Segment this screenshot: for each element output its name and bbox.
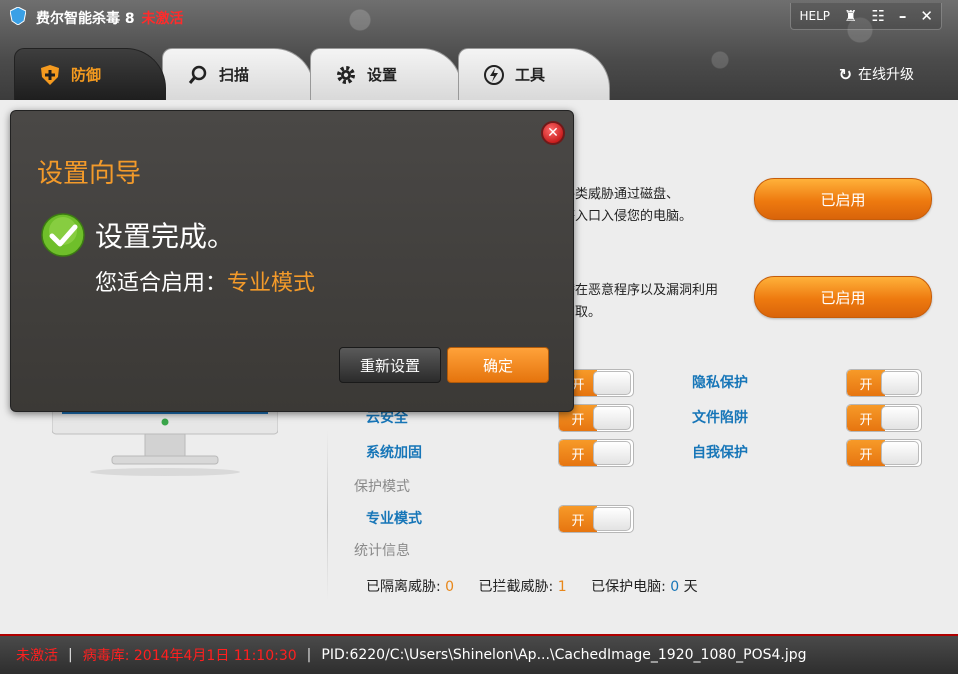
- quarantined-count: 0: [445, 579, 455, 595]
- status-bar: 未激活 | 病毒库: 2014年4月1日 11:10:30 | PID:6220…: [0, 634, 958, 674]
- tab-tools-label: 工具: [515, 66, 546, 84]
- dialog-recommendation: 您适合启用：专业模式: [95, 265, 315, 297]
- tab-settings[interactable]: 设置: [310, 48, 462, 100]
- protected-label: 已保护电脑:: [591, 579, 666, 595]
- tab-defense-label: 防御: [71, 66, 102, 84]
- feature-1-enabled-button[interactable]: 已启用: [754, 178, 932, 220]
- app-window: 费尔智能杀毒 8 未激活 HELP ♜ ☷ – ✕ 防御 扫描 设置 工具 ↻ …: [0, 0, 958, 674]
- privacy-protection-toggle[interactable]: 开: [846, 369, 922, 397]
- reset-settings-button[interactable]: 重新设置: [339, 347, 441, 383]
- online-upgrade-label: 在线升级: [858, 67, 914, 83]
- system-harden-toggle[interactable]: 开: [558, 439, 634, 467]
- dialog-close-icon[interactable]: ✕: [541, 121, 565, 145]
- quarantined-label: 已隔离威胁:: [366, 579, 441, 595]
- online-upgrade-link[interactable]: ↻ 在线升级: [839, 64, 914, 84]
- toggle-knob: [593, 371, 631, 395]
- status-virus-db: 病毒库: 2014年4月1日 11:10:30: [82, 648, 297, 664]
- feature-2-enabled-button[interactable]: 已启用: [754, 276, 932, 318]
- toggle-knob: [593, 507, 631, 531]
- setup-wizard-dialog: ✕ 设置向导 设置完成。 您适合启用：专业模式 重新设置 确定: [10, 110, 574, 412]
- tab-settings-label: 设置: [367, 66, 398, 84]
- toggle-knob: [881, 406, 919, 430]
- pro-mode-label: 专业模式: [366, 511, 422, 527]
- pro-mode-toggle[interactable]: 开: [558, 505, 634, 533]
- file-trap-toggle[interactable]: 开: [846, 404, 922, 432]
- toggle-knob: [593, 406, 631, 430]
- dialog-title: 设置向导: [37, 159, 142, 189]
- close-icon[interactable]: ✕: [920, 7, 933, 25]
- toggle-knob: [593, 441, 631, 465]
- main-tabs: 防御 扫描 设置 工具: [14, 48, 610, 100]
- protected-days: 0: [670, 579, 680, 595]
- recommendation-prefix: 您适合启用：: [95, 271, 228, 296]
- toggle-knob: [881, 371, 919, 395]
- file-trap-label: 文件陷阱: [692, 410, 748, 426]
- feature-1-desc-line1: 类威胁通过磁盘、: [575, 187, 680, 202]
- success-check-icon: [41, 213, 85, 257]
- app-title-text: 费尔智能杀毒 8: [36, 11, 135, 27]
- panel-divider: [327, 430, 328, 600]
- app-logo-icon: [10, 7, 26, 25]
- search-icon: [187, 64, 209, 86]
- blocked-count: 1: [557, 579, 567, 595]
- status-separator: |: [306, 647, 312, 663]
- status-pid-path: PID:6220/C:\Users\Shinelon\Ap...\CachedI…: [321, 647, 807, 663]
- activation-status: 未激活: [141, 11, 184, 27]
- protection-mode-section: 保护模式: [354, 479, 410, 495]
- tab-defense[interactable]: 防御: [14, 48, 166, 100]
- days-unit: 天: [683, 579, 698, 595]
- self-protection-toggle[interactable]: 开: [846, 439, 922, 467]
- lightning-icon: [483, 64, 505, 86]
- minimize-icon[interactable]: –: [899, 7, 907, 25]
- self-protection-label: 自我保护: [692, 445, 748, 461]
- gear-icon: [335, 64, 357, 86]
- toggle-on-label: 开: [847, 370, 885, 396]
- skin-icon[interactable]: ♜: [844, 7, 857, 25]
- feature-2-desc-line2: 取。: [575, 305, 602, 320]
- toggle-on-label: 开: [847, 440, 885, 466]
- statistics-section: 统计信息: [354, 543, 410, 559]
- tab-scan-label: 扫描: [219, 66, 250, 84]
- feature-2-description: 潜在恶意程序以及漏洞利用 窃取。: [562, 280, 718, 324]
- toggle-on-label: 开: [847, 405, 885, 431]
- status-activation: 未激活: [16, 648, 58, 664]
- system-harden-label: 系统加固: [366, 445, 422, 461]
- dialog-complete-message: 设置完成。: [95, 220, 236, 253]
- refresh-icon: ↻: [838, 64, 852, 84]
- feature-2-desc-line1: 在恶意程序以及漏洞利用: [575, 283, 719, 298]
- privacy-protection-label: 隐私保护: [692, 375, 748, 391]
- status-separator: |: [68, 647, 73, 663]
- window-controls: HELP ♜ ☷ – ✕: [790, 3, 942, 30]
- feature-1-desc-line2: 入口入侵您的电脑。: [575, 209, 693, 224]
- menu-icon[interactable]: ☷: [871, 7, 884, 25]
- tab-tools[interactable]: 工具: [458, 48, 610, 100]
- feature-1-description: 各类威胁通过磁盘、 等入口入侵您的电脑。: [562, 184, 692, 228]
- toggle-knob: [881, 441, 919, 465]
- title-bar: 费尔智能杀毒 8 未激活 HELP ♜ ☷ – ✕ 防御 扫描 设置 工具 ↻ …: [0, 0, 958, 100]
- statistics-row: 已隔离威胁: 0 已拦截威胁: 1 已保护电脑: 0 天: [366, 576, 698, 596]
- help-button[interactable]: HELP: [799, 9, 830, 23]
- toggle-on-label: 开: [559, 506, 597, 532]
- computer-monitor-illustration: [52, 400, 278, 476]
- recommended-mode: 专业模式: [227, 271, 316, 296]
- shield-plus-icon: [39, 64, 61, 86]
- app-title: 费尔智能杀毒 8 未激活: [36, 8, 184, 28]
- toggle-on-label: 开: [559, 440, 597, 466]
- tab-scan[interactable]: 扫描: [162, 48, 314, 100]
- confirm-button[interactable]: 确定: [447, 347, 549, 383]
- blocked-label: 已拦截威胁:: [478, 579, 554, 595]
